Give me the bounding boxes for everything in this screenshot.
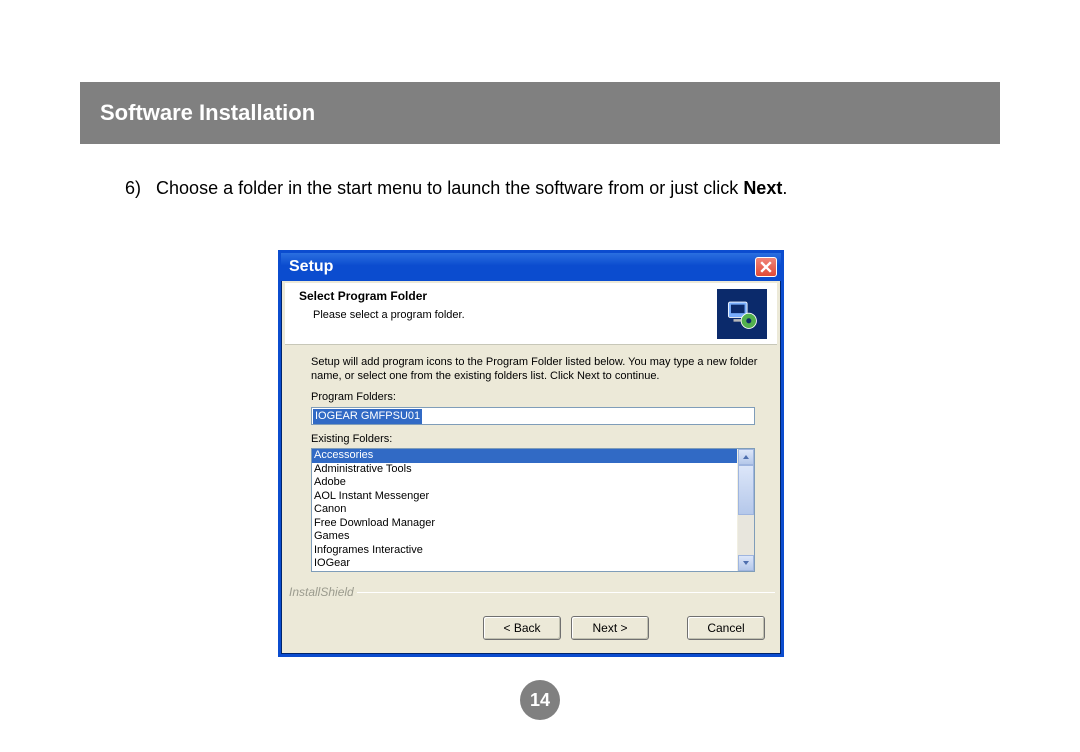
list-item[interactable]: Free Download Manager [312, 517, 737, 531]
existing-folders-listbox[interactable]: Accessories Administrative Tools Adobe A… [311, 448, 755, 572]
list-item[interactable]: AOL Instant Messenger [312, 490, 737, 504]
list-items: Accessories Administrative Tools Adobe A… [312, 449, 737, 571]
setup-dialog: Setup Select Program Folder Please selec… [278, 250, 784, 657]
list-item[interactable]: Administrative Tools [312, 463, 737, 477]
page-number: 14 [530, 690, 550, 711]
dialog-title: Setup [289, 258, 333, 276]
scroll-down-button[interactable] [738, 555, 754, 571]
step-after: . [782, 178, 787, 198]
back-button[interactable]: < Back [483, 616, 561, 640]
step-number: 6) [125, 178, 141, 198]
scroll-thumb[interactable] [738, 465, 754, 515]
close-button[interactable] [755, 257, 777, 277]
list-item[interactable]: Infogrames Interactive [312, 544, 737, 558]
dialog-header-panel: Select Program Folder Please select a pr… [285, 283, 777, 345]
dialog-titlebar[interactable]: Setup [281, 253, 781, 281]
listbox-scrollbar[interactable] [737, 449, 754, 571]
list-item[interactable]: Adobe [312, 476, 737, 490]
program-folder-value: IOGEAR GMFPSU01 [313, 409, 422, 424]
panel-subtitle: Please select a program folder. [313, 309, 465, 321]
panel-title: Select Program Folder [299, 289, 427, 303]
page-number-badge: 14 [520, 680, 560, 720]
step-text: Choose a folder in the start menu to lau… [156, 178, 743, 198]
installshield-branding: InstallShield [289, 585, 354, 599]
cancel-button[interactable]: Cancel [687, 616, 765, 640]
divider [357, 592, 775, 593]
section-title: Software Installation [100, 100, 315, 126]
close-icon [760, 261, 772, 273]
list-item[interactable]: IOGear [312, 557, 737, 571]
section-header: Software Installation [80, 82, 1000, 144]
installer-icon [717, 289, 767, 339]
next-button[interactable]: Next > [571, 616, 649, 640]
dialog-description: Setup will add program icons to the Prog… [311, 355, 761, 383]
dialog-button-row: < Back Next > Cancel [483, 616, 765, 640]
list-item[interactable]: Games [312, 530, 737, 544]
existing-folders-label: Existing Folders: [311, 433, 392, 445]
program-folders-label: Program Folders: [311, 391, 396, 403]
scroll-up-button[interactable] [738, 449, 754, 465]
chevron-up-icon [742, 453, 750, 461]
instruction-step: 6) Choose a folder in the start menu to … [125, 178, 787, 199]
list-item[interactable]: Accessories [312, 449, 737, 463]
chevron-down-icon [742, 559, 750, 567]
program-folder-input[interactable]: IOGEAR GMFPSU01 [311, 407, 755, 425]
dialog-body: Setup will add program icons to the Prog… [285, 345, 777, 650]
list-item[interactable]: Canon [312, 503, 737, 517]
step-bold: Next [743, 178, 782, 198]
